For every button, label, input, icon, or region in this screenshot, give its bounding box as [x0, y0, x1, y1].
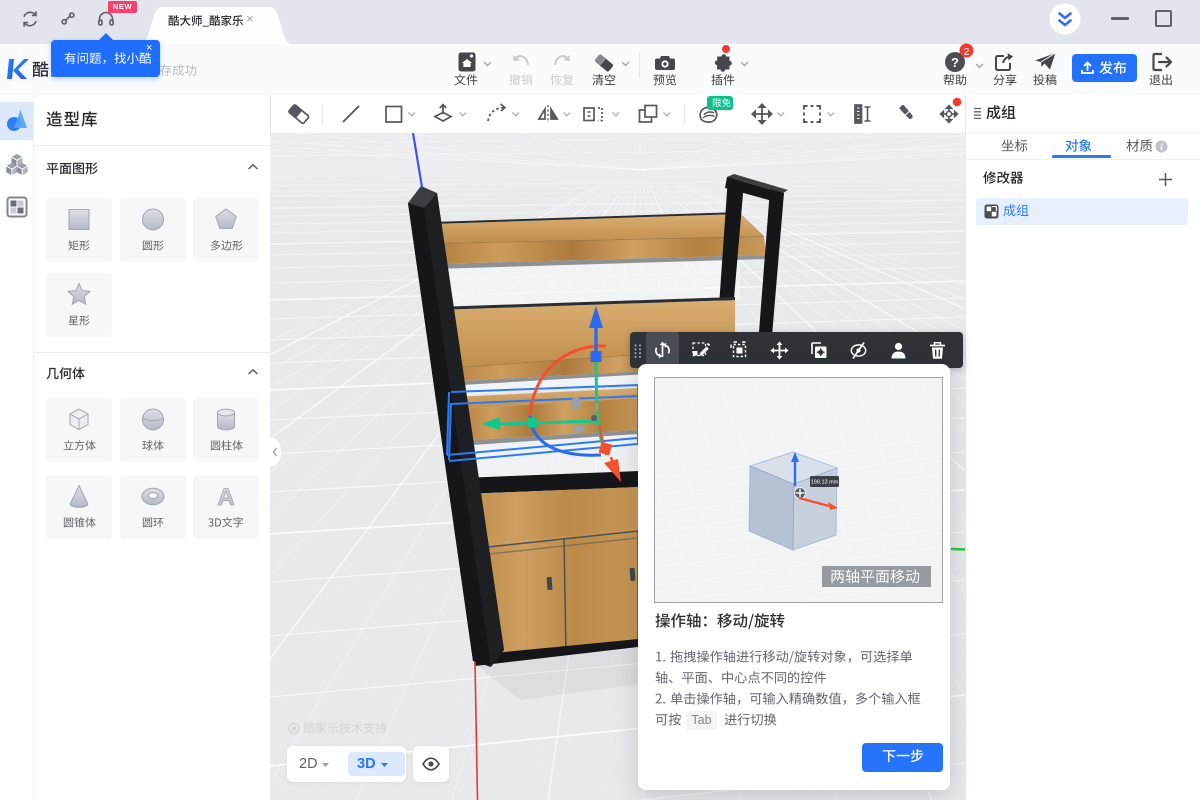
svg-text:A: A: [217, 484, 234, 510]
svg-text:198.13 mm: 198.13 mm: [811, 480, 839, 486]
svg-text:?: ?: [951, 55, 959, 70]
svg-text:2: 2: [964, 46, 970, 58]
